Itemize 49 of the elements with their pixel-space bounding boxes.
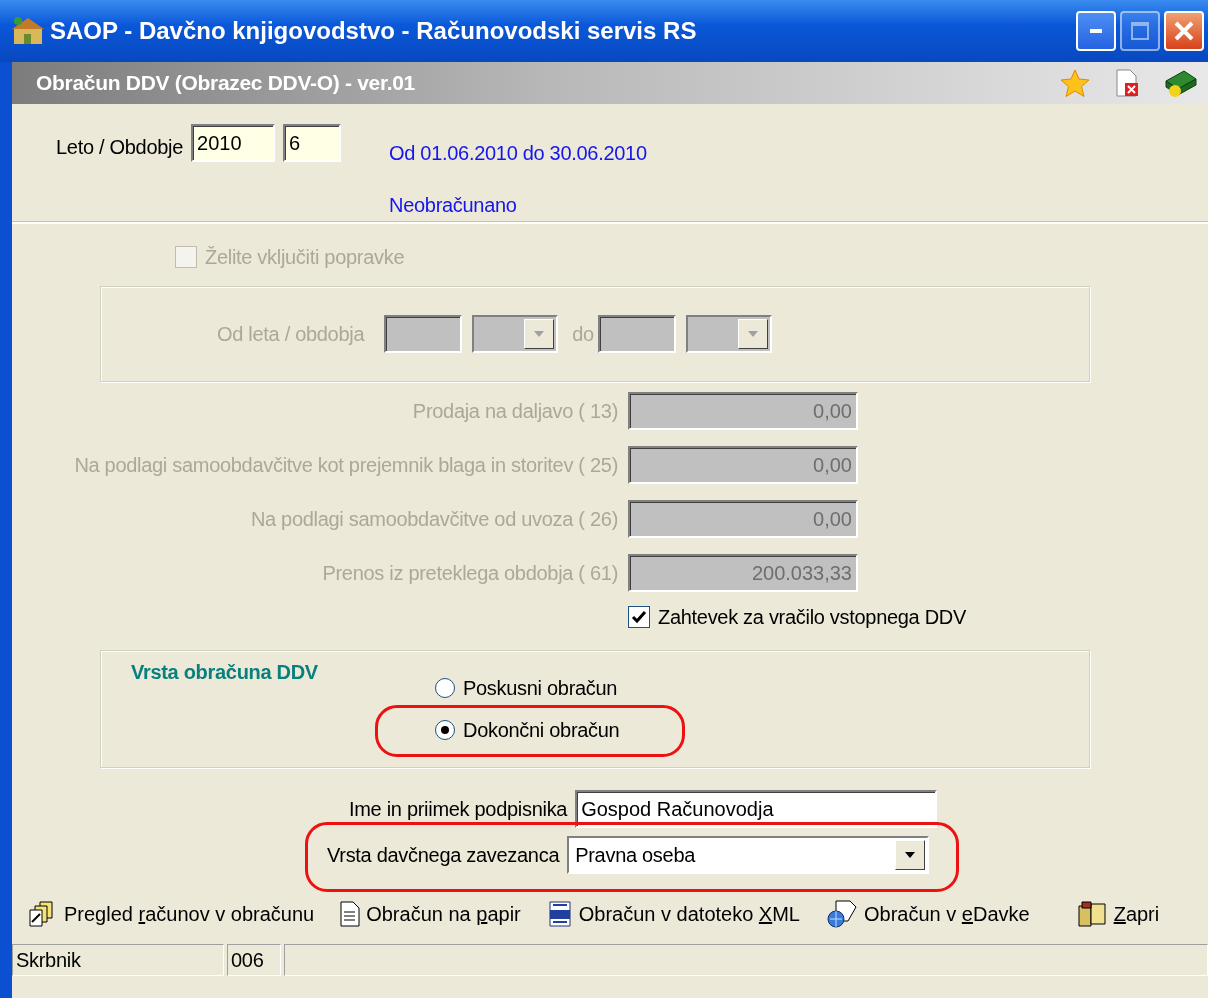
range-label: Od leta / obdobja	[217, 322, 365, 347]
minimize-icon	[1090, 29, 1102, 33]
document-icon	[340, 901, 361, 927]
action-button[interactable]: Zapri	[1069, 899, 1166, 929]
taxpayer-type-label: Vrsta davčnega zavezanca	[327, 843, 560, 868]
amount-label: Prodaja na daljavo ( 13)	[411, 399, 618, 424]
signer-label: Ime in priimek podpisnika	[349, 797, 568, 822]
date-range-text: Od 01.06.2010 do 30.06.2010	[389, 141, 647, 166]
close-button[interactable]	[1164, 11, 1204, 51]
action-button[interactable]: Pregled računov v obračunu	[22, 899, 321, 929]
close-icon	[1173, 20, 1195, 42]
radio-button[interactable]	[435, 720, 455, 740]
year-input[interactable]: 2010	[191, 124, 275, 162]
action-button[interactable]: Obračun v eDavke	[820, 899, 1036, 929]
amount-label: Prenos iz preteklega obdobja ( 61)	[321, 561, 618, 586]
maximize-button[interactable]	[1120, 11, 1160, 51]
amount-label: Na podlagi samoobdavčitve kot prejemnik blaga in storitev ( 25)	[73, 453, 618, 478]
status-panel: Skrbnik	[12, 944, 224, 976]
radio-label: Poskusni obračun	[463, 676, 618, 701]
range-separator: do	[572, 322, 594, 347]
radio-button[interactable]	[435, 678, 455, 698]
form-title: Obračun DDV (Obrazec DDV-O) - ver.01	[36, 70, 416, 97]
star-icon[interactable]	[1060, 68, 1090, 98]
app-icon	[12, 16, 44, 46]
maximize-icon	[1130, 21, 1150, 41]
globe-document-icon	[826, 899, 858, 929]
status-panel: 006	[227, 944, 281, 976]
period-dropdown[interactable]	[472, 315, 559, 353]
window-title: SAOP - Davčno knjigovodstvo - Računovodski servis RS	[50, 16, 698, 46]
action-button[interactable]: Obračun na papir	[334, 899, 527, 929]
period-label: Leto / Obdobje	[56, 135, 183, 160]
grid-file-icon	[546, 901, 573, 927]
minimize-button[interactable]	[1076, 11, 1116, 51]
period-input[interactable]: 6	[283, 124, 341, 162]
checkbox-label: Želite vključiti popravke	[205, 245, 405, 270]
amount-label: Na podlagi samoobdavčitve od uvoza ( 26)	[249, 507, 618, 532]
document-delete-icon[interactable]	[1114, 69, 1140, 97]
checkbox[interactable]	[628, 606, 650, 628]
action-button[interactable]: Obračun v datoteko XML	[540, 899, 806, 929]
dropdown-arrow-icon	[533, 330, 546, 338]
period-dropdown[interactable]	[685, 315, 772, 353]
book-icon	[1075, 900, 1108, 928]
group-title: Vrsta obračuna DDV	[131, 660, 318, 685]
status-text: Neobračunano	[389, 193, 518, 218]
radio-label: Dokončni obračun	[463, 718, 620, 743]
dropdown-arrow-icon	[746, 330, 759, 338]
dropdown-arrow-icon	[904, 851, 917, 859]
taxpayer-type-dropdown[interactable]: Pravna oseba	[567, 836, 930, 874]
checkbox-label: Zahtevek za vračilo vstopnega DDV	[658, 605, 967, 630]
